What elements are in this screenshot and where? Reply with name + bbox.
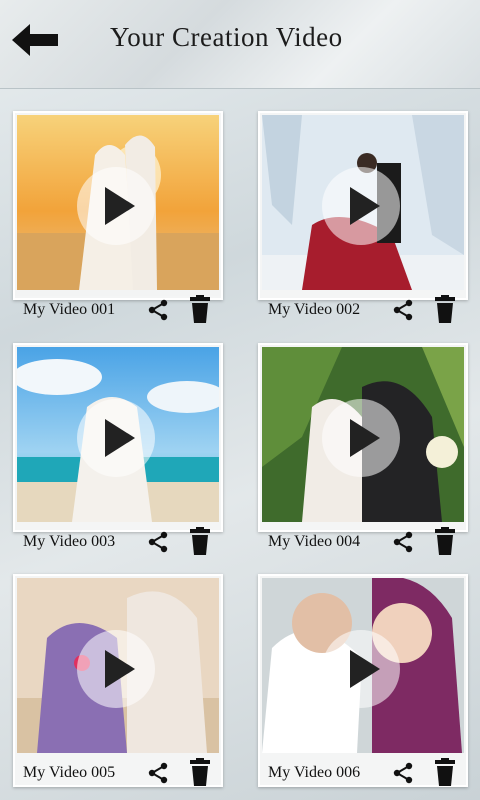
share-icon[interactable] [392,299,414,321]
video-title: My Video 006 [268,764,361,781]
video-card[interactable]: My Video 002 [258,111,468,323]
video-title: My Video 003 [23,533,116,550]
trash-icon[interactable] [189,758,211,786]
video-card[interactable]: My Video 003 [13,343,223,555]
page-title: Your Creation Video [110,22,343,52]
video-thumbnail [262,578,464,753]
video-thumbnail [262,347,464,522]
back-button[interactable] [6,18,62,62]
play-icon[interactable] [77,167,155,245]
play-icon[interactable] [322,630,400,708]
play-icon[interactable] [77,630,155,708]
video-card[interactable]: My Video 001 [13,111,223,323]
video-thumbnail [17,115,219,290]
trash-icon[interactable] [434,295,456,323]
video-thumbnail [17,347,219,522]
video-card[interactable]: My Video 006 [258,574,468,787]
share-icon[interactable] [147,299,169,321]
video-title: My Video 001 [23,301,116,318]
play-icon[interactable] [322,399,400,477]
play-icon[interactable] [77,399,155,477]
app-header: Your Creation Video [0,0,480,89]
video-title: My Video 004 [268,533,361,550]
video-title: My Video 002 [268,301,361,318]
trash-icon[interactable] [189,295,211,323]
video-card[interactable]: My Video 005 [13,574,223,787]
video-thumbnail [17,578,219,753]
trash-icon[interactable] [189,527,211,555]
share-icon[interactable] [147,531,169,553]
share-icon[interactable] [147,762,169,784]
share-icon[interactable] [392,762,414,784]
share-icon[interactable] [392,531,414,553]
video-card[interactable]: My Video 004 [258,343,468,555]
trash-icon[interactable] [434,527,456,555]
video-title: My Video 005 [23,764,116,781]
arrow-left-icon [12,24,58,56]
play-icon[interactable] [322,167,400,245]
trash-icon[interactable] [434,758,456,786]
video-thumbnail [262,115,464,290]
